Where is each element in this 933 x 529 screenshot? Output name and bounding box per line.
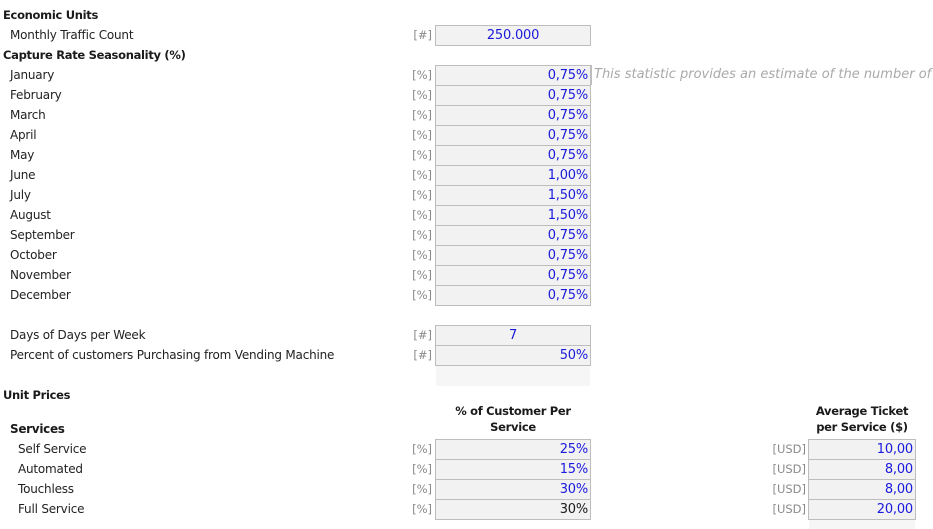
seasonality-note: This statistic provides an estimate of t… <box>591 65 933 85</box>
pct-customer-header-line1: % of Customer Per <box>455 404 571 418</box>
service-pct-input[interactable]: 30% <box>435 499 591 520</box>
month-capture-rate-input[interactable]: 1,00% <box>435 165 591 186</box>
empty-cell-shade <box>436 366 590 386</box>
service-pct-input[interactable]: 30% <box>435 479 591 500</box>
month-label: November <box>10 268 71 282</box>
month-unit: [%] <box>412 128 432 142</box>
month-unit: [%] <box>412 68 432 82</box>
monthly-traffic-label: Monthly Traffic Count <box>10 28 134 42</box>
month-unit: [%] <box>412 148 432 162</box>
month-label: September <box>10 228 75 242</box>
service-ticket-unit: [USD] <box>772 482 806 496</box>
month-capture-rate-input[interactable]: 0,75% <box>435 225 591 246</box>
vending-pct-input[interactable]: 50% <box>435 345 591 366</box>
services-header: Services <box>10 422 65 436</box>
days-per-week-label: Days of Days per Week <box>10 328 146 342</box>
avg-ticket-header-line2: per Service ($) <box>816 420 908 434</box>
month-unit: [%] <box>412 168 432 182</box>
service-pct-unit: [%] <box>412 442 432 456</box>
empty-cell-shade <box>809 520 915 529</box>
vending-pct-label: Percent of customers Purchasing from Ven… <box>10 348 335 362</box>
month-capture-rate-input[interactable]: 1,50% <box>435 185 591 206</box>
month-label: May <box>10 148 35 162</box>
service-label: Touchless <box>18 482 74 496</box>
section-capture-rate-seasonality: Capture Rate Seasonality (%) <box>3 48 186 62</box>
month-unit: [%] <box>412 248 432 262</box>
month-label: March <box>10 108 46 122</box>
month-capture-rate-input[interactable]: 0,75% <box>435 125 591 146</box>
service-ticket-unit: [USD] <box>772 502 806 516</box>
month-label: January <box>10 68 55 82</box>
service-pct-input[interactable]: 25% <box>435 439 591 460</box>
month-unit: [%] <box>412 108 432 122</box>
month-capture-rate-input[interactable]: 0,75% <box>435 285 591 306</box>
pct-customer-header: % of Customer Per Service <box>436 403 590 435</box>
month-capture-rate-input[interactable]: 1,50% <box>435 205 591 226</box>
month-label: October <box>10 248 57 262</box>
avg-ticket-header: Average Ticket per Service ($) <box>808 403 916 435</box>
month-capture-rate-input[interactable]: 0,75% <box>435 265 591 286</box>
service-pct-unit: [%] <box>412 482 432 496</box>
service-ticket-unit: [USD] <box>772 462 806 476</box>
service-pct-unit: [%] <box>412 502 432 516</box>
service-pct-input[interactable]: 15% <box>435 459 591 480</box>
month-unit: [%] <box>412 188 432 202</box>
section-unit-prices: Unit Prices <box>3 388 71 402</box>
service-pct-unit: [%] <box>412 462 432 476</box>
month-capture-rate-input[interactable]: 0,75% <box>435 85 591 106</box>
service-ticket-input[interactable]: 8,00 <box>808 479 916 500</box>
month-label: February <box>10 88 62 102</box>
month-label: December <box>10 288 71 302</box>
month-label: July <box>10 188 31 202</box>
month-capture-rate-input[interactable]: 0,75% <box>435 105 591 126</box>
service-ticket-input[interactable]: 10,00 <box>808 439 916 460</box>
avg-ticket-header-line1: Average Ticket <box>815 404 909 418</box>
days-per-week-unit: [#] <box>413 328 432 342</box>
month-label: April <box>10 128 37 142</box>
service-label: Full Service <box>18 502 85 516</box>
monthly-traffic-unit: [#] <box>413 28 432 42</box>
month-capture-rate-input[interactable]: 0,75% <box>435 245 591 266</box>
month-label: August <box>10 208 51 222</box>
service-label: Automated <box>18 462 83 476</box>
month-capture-rate-input[interactable]: 0,75% <box>435 65 591 86</box>
pct-customer-header-line2: Service <box>490 420 536 434</box>
service-ticket-unit: [USD] <box>772 442 806 456</box>
service-ticket-input[interactable]: 20,00 <box>808 499 916 520</box>
days-per-week-input[interactable]: 7 <box>435 325 591 346</box>
monthly-traffic-input[interactable]: 250.000 <box>435 25 591 46</box>
section-economic-units: Economic Units <box>3 8 99 22</box>
month-unit: [%] <box>412 88 432 102</box>
service-label: Self Service <box>18 442 87 456</box>
service-ticket-input[interactable]: 8,00 <box>808 459 916 480</box>
month-unit: [%] <box>412 268 432 282</box>
vending-pct-unit: [#] <box>413 348 432 362</box>
month-unit: [%] <box>412 288 432 302</box>
month-capture-rate-input[interactable]: 0,75% <box>435 145 591 166</box>
month-label: June <box>10 168 36 182</box>
month-unit: [%] <box>412 208 432 222</box>
month-unit: [%] <box>412 228 432 242</box>
